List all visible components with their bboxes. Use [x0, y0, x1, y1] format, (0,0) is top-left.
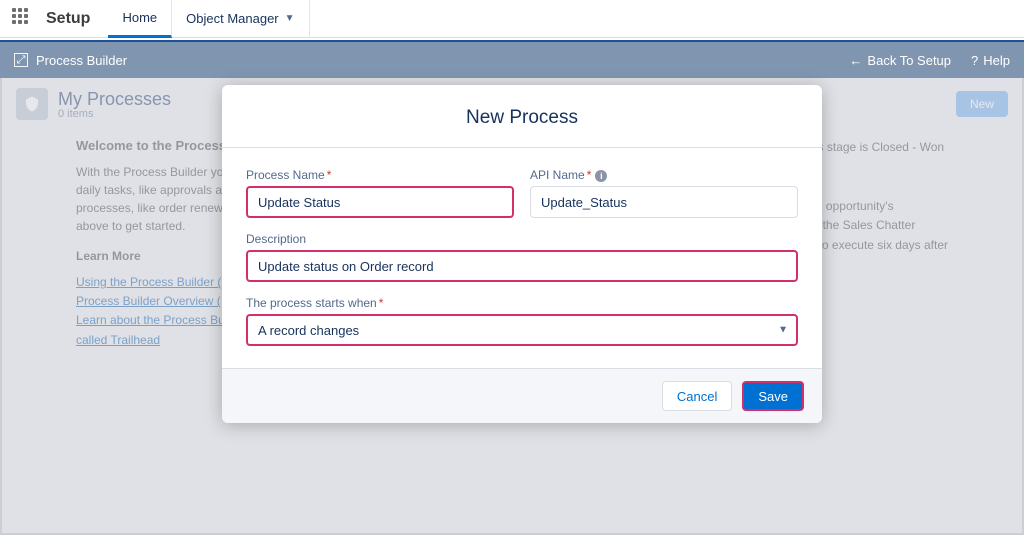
- top-nav: Setup Home Object Manager ▼: [0, 0, 1024, 38]
- starts-when-label: The process starts when*: [246, 296, 798, 310]
- expand-icon[interactable]: ⤢: [14, 53, 28, 67]
- process-name-label: Process Name*: [246, 168, 514, 182]
- setup-label: Setup: [46, 10, 90, 28]
- subheader: ⤢ Process Builder ←Back To Setup ?Help: [0, 40, 1024, 78]
- description-input[interactable]: [246, 250, 798, 282]
- tab-label: Object Manager: [186, 11, 279, 26]
- page-title: My Processes: [58, 89, 171, 110]
- chevron-down-icon: ▼: [285, 13, 295, 24]
- save-button[interactable]: Save: [742, 381, 804, 411]
- subheader-title: Process Builder: [36, 53, 127, 68]
- starts-when-select[interactable]: [246, 314, 798, 346]
- tab-label: Home: [122, 10, 157, 25]
- process-icon: [16, 88, 48, 120]
- app-launcher-icon[interactable]: [12, 8, 34, 30]
- description-label: Description: [246, 232, 798, 246]
- help-link[interactable]: ?Help: [971, 53, 1010, 68]
- new-button[interactable]: New: [956, 91, 1008, 117]
- arrow-left-icon: ←: [849, 53, 862, 68]
- api-name-input[interactable]: [530, 186, 798, 218]
- close-icon[interactable]: ✕: [800, 98, 818, 124]
- modal-title: New Process: [222, 85, 822, 148]
- process-name-input[interactable]: [246, 186, 514, 218]
- tab-object-manager[interactable]: Object Manager ▼: [172, 0, 309, 38]
- tab-home[interactable]: Home: [108, 0, 172, 38]
- help-icon: ?: [971, 53, 978, 68]
- cancel-button[interactable]: Cancel: [662, 381, 732, 411]
- back-to-setup-link[interactable]: ←Back To Setup: [849, 53, 951, 68]
- info-icon[interactable]: i: [595, 170, 607, 182]
- new-process-modal: New Process Process Name* API Name*i Des…: [222, 85, 822, 423]
- api-name-label: API Name*i: [530, 168, 798, 182]
